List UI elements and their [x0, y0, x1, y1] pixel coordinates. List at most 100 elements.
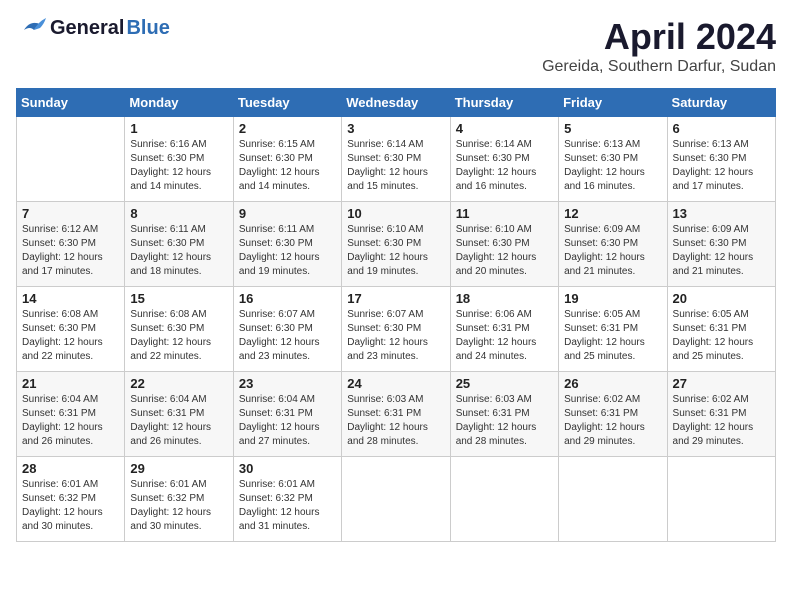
calendar-cell: 25Sunrise: 6:03 AMSunset: 6:31 PMDayligh…: [450, 372, 558, 457]
calendar-cell: [559, 457, 667, 542]
day-number: 3: [347, 121, 444, 136]
calendar-cell: 10 Sunrise: 6:10 AMSunset: 6:30 PMDayligh…: [342, 202, 450, 287]
calendar-cell: 20 Sunrise: 6:05 AMSunset: 6:31 PMDayligh…: [667, 287, 775, 372]
month-title: April 2024: [542, 16, 776, 58]
week-row-2: 7 Sunrise: 6:12 AMSunset: 6:30 PMDaylight…: [17, 202, 776, 287]
calendar-cell: 13 Sunrise: 6:09 AMSunset: 6:30 PMDayligh…: [667, 202, 775, 287]
calendar-cell: 6Sunrise: 6:13 AMSunset: 6:30 PMDaylight…: [667, 117, 775, 202]
day-info: Sunrise: 6:04 AMSunset: 6:31 PMDaylight:…: [239, 393, 336, 449]
week-row-5: 28 Sunrise: 6:01 AMSunset: 6:32 PMDayligh…: [17, 457, 776, 542]
weekday-header-wednesday: Wednesday: [342, 89, 450, 117]
day-info: Sunrise: 6:03 AMSunset: 6:31 PMDaylight:…: [456, 393, 553, 449]
title-section: April 2024 Gereida, Southern Darfur, Sud…: [542, 16, 776, 76]
calendar-cell: 21 Sunrise: 6:04 AMSunset: 6:31 PMDayligh…: [17, 372, 125, 457]
weekday-header-tuesday: Tuesday: [233, 89, 341, 117]
day-info: Sunrise: 6:13 AMSunset: 6:30 PMDaylight:…: [673, 138, 770, 194]
day-number: 30: [239, 461, 336, 476]
calendar-cell: [342, 457, 450, 542]
calendar-cell: 2Sunrise: 6:15 AMSunset: 6:30 PMDaylight…: [233, 117, 341, 202]
calendar-cell: 9Sunrise: 6:11 AMSunset: 6:30 PMDaylight…: [233, 202, 341, 287]
day-number: 7: [22, 206, 119, 221]
calendar-cell: 8 Sunrise: 6:11 AMSunset: 6:30 PMDaylight…: [125, 202, 233, 287]
day-number: 16: [239, 291, 336, 306]
calendar-cell: 27 Sunrise: 6:02 AMSunset: 6:31 PMDayligh…: [667, 372, 775, 457]
day-number: 14: [22, 291, 119, 306]
page-header: GeneralBlue April 2024 Gereida, Southern…: [16, 16, 776, 76]
day-info: Sunrise: 6:16 AMSunset: 6:30 PMDaylight:…: [130, 138, 227, 194]
day-number: 5: [564, 121, 661, 136]
calendar-table: SundayMondayTuesdayWednesdayThursdayFrid…: [16, 88, 776, 542]
calendar-cell: 3 Sunrise: 6:14 AMSunset: 6:30 PMDaylight…: [342, 117, 450, 202]
day-info: Sunrise: 6:02 AMSunset: 6:31 PMDaylight:…: [564, 393, 661, 449]
calendar-cell: 14 Sunrise: 6:08 AMSunset: 6:30 PMDayligh…: [17, 287, 125, 372]
day-number: 26: [564, 376, 661, 391]
day-info: Sunrise: 6:14 AMSunset: 6:30 PMDaylight:…: [347, 138, 444, 194]
day-info: Sunrise: 6:03 AMSunset: 6:31 PMDaylight:…: [347, 393, 444, 449]
day-number: 24: [347, 376, 444, 391]
day-info: Sunrise: 6:06 AMSunset: 6:31 PMDaylight:…: [456, 308, 553, 364]
day-number: 27: [673, 376, 770, 391]
day-info: Sunrise: 6:01 AMSunset: 6:32 PMDaylight:…: [22, 478, 119, 534]
day-number: 10: [347, 206, 444, 221]
day-number: 20: [673, 291, 770, 306]
calendar-cell: 7 Sunrise: 6:12 AMSunset: 6:30 PMDaylight…: [17, 202, 125, 287]
day-number: 15: [130, 291, 227, 306]
day-number: 19: [564, 291, 661, 306]
day-info: Sunrise: 6:14 AMSunset: 6:30 PMDaylight:…: [456, 138, 553, 194]
day-number: 29: [130, 461, 227, 476]
day-info: Sunrise: 6:02 AMSunset: 6:31 PMDaylight:…: [673, 393, 770, 449]
day-info: Sunrise: 6:15 AMSunset: 6:30 PMDaylight:…: [239, 138, 336, 194]
weekday-header-thursday: Thursday: [450, 89, 558, 117]
day-number: 22: [130, 376, 227, 391]
calendar-cell: 29 Sunrise: 6:01 AMSunset: 6:32 PMDayligh…: [125, 457, 233, 542]
day-info: Sunrise: 6:09 AMSunset: 6:30 PMDaylight:…: [673, 223, 770, 279]
day-info: Sunrise: 6:05 AMSunset: 6:31 PMDaylight:…: [673, 308, 770, 364]
day-number: 21: [22, 376, 119, 391]
day-number: 23: [239, 376, 336, 391]
day-info: Sunrise: 6:05 AMSunset: 6:31 PMDaylight:…: [564, 308, 661, 364]
day-info: Sunrise: 6:12 AMSunset: 6:30 PMDaylight:…: [22, 223, 119, 279]
day-info: Sunrise: 6:10 AMSunset: 6:30 PMDaylight:…: [347, 223, 444, 279]
day-number: 8: [130, 206, 227, 221]
day-number: 4: [456, 121, 553, 136]
day-number: 18: [456, 291, 553, 306]
day-info: Sunrise: 6:08 AMSunset: 6:30 PMDaylight:…: [22, 308, 119, 364]
day-info: Sunrise: 6:11 AMSunset: 6:30 PMDaylight:…: [239, 223, 336, 279]
calendar-cell: 24 Sunrise: 6:03 AMSunset: 6:31 PMDayligh…: [342, 372, 450, 457]
calendar-cell: 30Sunrise: 6:01 AMSunset: 6:32 PMDayligh…: [233, 457, 341, 542]
day-info: Sunrise: 6:08 AMSunset: 6:30 PMDaylight:…: [130, 308, 227, 364]
day-number: 13: [673, 206, 770, 221]
weekday-header-friday: Friday: [559, 89, 667, 117]
calendar-cell: 5 Sunrise: 6:13 AMSunset: 6:30 PMDaylight…: [559, 117, 667, 202]
calendar-cell: [450, 457, 558, 542]
day-number: 28: [22, 461, 119, 476]
week-row-4: 21 Sunrise: 6:04 AMSunset: 6:31 PMDayligh…: [17, 372, 776, 457]
weekday-header-sunday: Sunday: [17, 89, 125, 117]
calendar-cell: 17 Sunrise: 6:07 AMSunset: 6:30 PMDayligh…: [342, 287, 450, 372]
calendar-cell: 18 Sunrise: 6:06 AMSunset: 6:31 PMDayligh…: [450, 287, 558, 372]
weekday-header-monday: Monday: [125, 89, 233, 117]
day-info: Sunrise: 6:09 AMSunset: 6:30 PMDaylight:…: [564, 223, 661, 279]
day-info: Sunrise: 6:04 AMSunset: 6:31 PMDaylight:…: [22, 393, 119, 449]
logo-bird-icon: [16, 16, 48, 40]
calendar-cell: 4 Sunrise: 6:14 AMSunset: 6:30 PMDaylight…: [450, 117, 558, 202]
day-info: Sunrise: 6:04 AMSunset: 6:31 PMDaylight:…: [130, 393, 227, 449]
calendar-cell: [667, 457, 775, 542]
calendar-cell: 28 Sunrise: 6:01 AMSunset: 6:32 PMDayligh…: [17, 457, 125, 542]
week-row-1: 1Sunrise: 6:16 AMSunset: 6:30 PMDaylight…: [17, 117, 776, 202]
day-info: Sunrise: 6:07 AMSunset: 6:30 PMDaylight:…: [239, 308, 336, 364]
logo-blue-text: Blue: [126, 17, 169, 40]
day-number: 11: [456, 206, 553, 221]
calendar-cell: 23 Sunrise: 6:04 AMSunset: 6:31 PMDayligh…: [233, 372, 341, 457]
day-number: 12: [564, 206, 661, 221]
day-info: Sunrise: 6:13 AMSunset: 6:30 PMDaylight:…: [564, 138, 661, 194]
week-row-3: 14 Sunrise: 6:08 AMSunset: 6:30 PMDayligh…: [17, 287, 776, 372]
day-info: Sunrise: 6:01 AMSunset: 6:32 PMDaylight:…: [130, 478, 227, 534]
calendar-cell: 1Sunrise: 6:16 AMSunset: 6:30 PMDaylight…: [125, 117, 233, 202]
day-info: Sunrise: 6:07 AMSunset: 6:30 PMDaylight:…: [347, 308, 444, 364]
day-number: 17: [347, 291, 444, 306]
day-info: Sunrise: 6:11 AMSunset: 6:30 PMDaylight:…: [130, 223, 227, 279]
weekday-header-saturday: Saturday: [667, 89, 775, 117]
calendar-cell: 15 Sunrise: 6:08 AMSunset: 6:30 PMDayligh…: [125, 287, 233, 372]
calendar-cell: 12 Sunrise: 6:09 AMSunset: 6:30 PMDayligh…: [559, 202, 667, 287]
